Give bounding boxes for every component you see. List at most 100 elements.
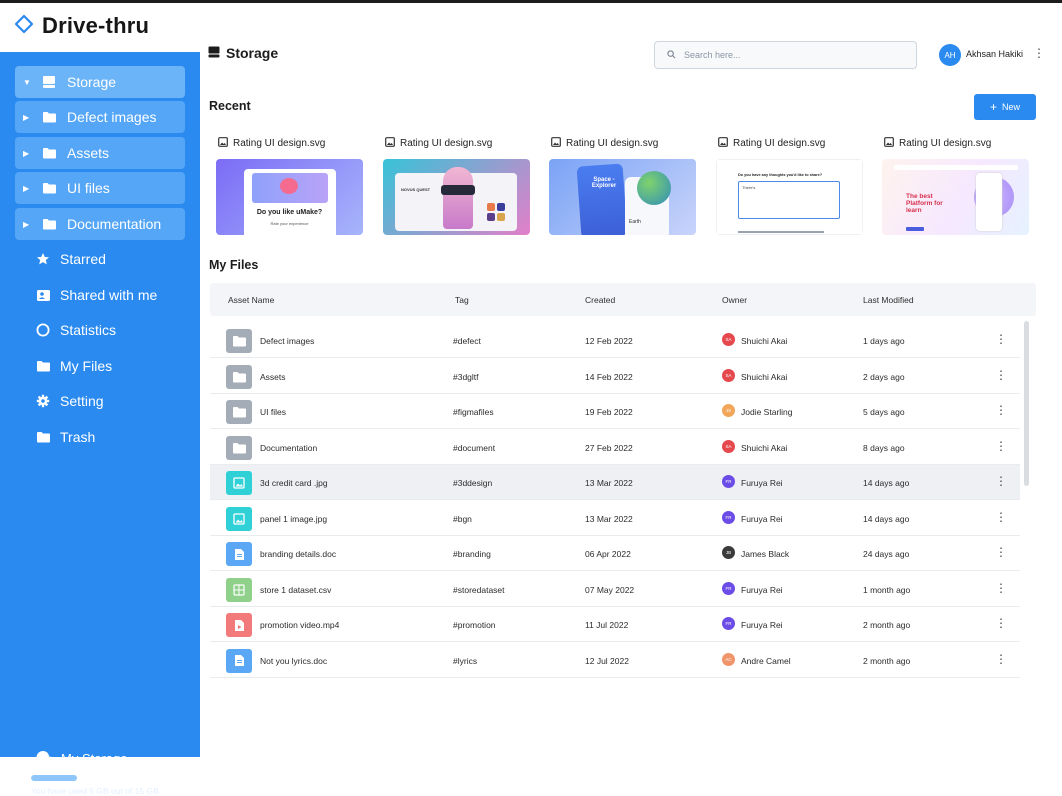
sidebar-item-trash[interactable]: Trash: [15, 421, 185, 453]
asset-last-modified: 2 days ago: [863, 371, 905, 382]
row-menu-kebab-icon[interactable]: ⋮: [995, 474, 1007, 488]
asset-name[interactable]: Not you lyrics.doc: [260, 656, 327, 666]
asset-name[interactable]: promotion video.mp4: [260, 620, 339, 630]
page-title: Storage: [208, 45, 278, 61]
asset-tag: #bgn: [453, 513, 472, 524]
row-menu-kebab-icon[interactable]: ⋮: [995, 403, 1007, 417]
asset-tag: #storedataset: [453, 584, 505, 595]
sidebar-item-storage[interactable]: ▼ Storage: [15, 66, 185, 98]
sidebar-item-statistics[interactable]: Statistics: [15, 314, 185, 346]
thumb-text: Space - Explorer: [591, 177, 617, 189]
sidebar-item-my-files[interactable]: My Files: [15, 350, 185, 382]
sidebar-item-documentation[interactable]: ▶ Documentation: [15, 208, 185, 240]
asset-created: 27 Feb 2022: [585, 442, 633, 453]
user-menu-kebab-icon[interactable]: ⋮: [1033, 46, 1045, 60]
asset-last-modified: 14 days ago: [863, 478, 910, 488]
row-menu-kebab-icon[interactable]: ⋮: [995, 368, 1007, 382]
row-menu-kebab-icon[interactable]: ⋮: [995, 581, 1007, 595]
table-header: Asset Name Tag Created Owner Last Modifi…: [210, 283, 1036, 316]
star-icon: [35, 251, 51, 267]
table-row[interactable]: panel 1 image.jpg #bgn 13 Mar 2022 FR Fu…: [210, 501, 1020, 536]
brand[interactable]: Drive-thru: [14, 12, 149, 40]
folder-icon: [41, 109, 57, 125]
table-scrollbar[interactable]: [1024, 321, 1029, 486]
column-header-created[interactable]: Created: [585, 295, 615, 305]
asset-tag: #figmafiles: [453, 407, 494, 417]
owner-avatar: SA: [722, 333, 735, 346]
table-row[interactable]: Defect images #defect 12 Feb 2022 SA Shu…: [210, 323, 1020, 358]
recent-card[interactable]: Rating UI design.svg NOVUS QUEST: [383, 136, 531, 235]
table-row[interactable]: Not you lyrics.doc #lyrics 12 Jul 2022 A…: [210, 643, 1020, 678]
row-menu-kebab-icon[interactable]: ⋮: [995, 439, 1007, 453]
sidebar-item-ui-files[interactable]: ▶ UI files: [15, 172, 185, 204]
caret-right-icon[interactable]: ▶: [23, 184, 37, 193]
asset-last-modified: 1 month ago: [863, 584, 911, 595]
asset-last-modified: 2 month ago: [863, 655, 911, 666]
asset-created: 12 Feb 2022: [585, 336, 633, 346]
recent-card[interactable]: Rating UI design.svg Do you like uMake? …: [216, 136, 364, 235]
asset-owner: Furuya Rei: [741, 513, 783, 524]
asset-name[interactable]: panel 1 image.jpg: [260, 514, 327, 524]
new-button[interactable]: + New: [974, 94, 1036, 120]
caret-right-icon[interactable]: ▶: [23, 113, 37, 122]
plus-icon: +: [989, 100, 997, 114]
user-avatar[interactable]: AH: [939, 44, 961, 66]
search-box[interactable]: [654, 41, 917, 69]
caret-right-icon[interactable]: ▶: [23, 220, 37, 229]
recent-thumbnail[interactable]: NOVUS QUEST: [383, 159, 530, 235]
asset-name[interactable]: Documentation: [260, 443, 317, 453]
asset-created: 13 Mar 2022: [585, 513, 633, 524]
asset-name[interactable]: branding details.doc: [260, 549, 336, 559]
folder-icon: [226, 364, 252, 389]
user-name[interactable]: Akhsan Hakiki: [966, 49, 1023, 59]
folder-icon: [226, 435, 252, 460]
asset-name[interactable]: UI files: [260, 407, 286, 417]
asset-name[interactable]: 3d credit card .jpg: [260, 478, 328, 488]
table-row[interactable]: Documentation #document 27 Feb 2022 SA S…: [210, 430, 1020, 465]
asset-name[interactable]: Defect images: [260, 336, 314, 346]
table-row[interactable]: UI files #figmafiles 19 Feb 2022 JS Jodi…: [210, 394, 1020, 429]
table-row[interactable]: 3d credit card .jpg #3ddesign 13 Mar 202…: [210, 465, 1020, 500]
recent-card[interactable]: Rating UI design.svg The best Platform f…: [882, 136, 1030, 235]
recent-thumbnail[interactable]: Do you like uMake? Rate your experience: [216, 159, 363, 235]
column-header-owner[interactable]: Owner: [722, 295, 747, 305]
sidebar-item-setting[interactable]: Setting: [15, 385, 185, 417]
recent-thumbnail[interactable]: The best Platform for learn: [882, 159, 1029, 235]
thumb-text: Do you like uMake?: [256, 209, 323, 216]
image-file-icon: [226, 506, 252, 531]
table-row[interactable]: store 1 dataset.csv #storedataset 07 May…: [210, 572, 1020, 607]
row-menu-kebab-icon[interactable]: ⋮: [995, 332, 1007, 346]
folder-icon: [41, 216, 57, 232]
row-menu-kebab-icon[interactable]: ⋮: [995, 616, 1007, 630]
recent-card[interactable]: Rating UI design.svg Space - Explorer Ea…: [549, 136, 697, 235]
search-input[interactable]: [684, 50, 904, 60]
recent-card[interactable]: Rating UI design.svg Do you have any tho…: [716, 136, 864, 235]
row-menu-kebab-icon[interactable]: ⋮: [995, 510, 1007, 524]
asset-tag: #promotion: [453, 620, 496, 630]
owner-avatar: JS: [722, 404, 735, 417]
sidebar-item-assets[interactable]: ▶ Assets: [15, 137, 185, 169]
recent-thumbnail[interactable]: Space - Explorer Earth: [549, 159, 696, 235]
caret-down-icon[interactable]: ▼: [23, 78, 37, 87]
column-header-tag[interactable]: Tag: [455, 295, 469, 305]
owner-avatar: FR: [722, 617, 735, 630]
asset-tag: #branding: [453, 549, 491, 559]
asset-owner: Shuichi Akai: [741, 442, 788, 453]
table-row[interactable]: branding details.doc #branding 06 Apr 20…: [210, 536, 1020, 571]
asset-name[interactable]: Assets: [260, 372, 286, 382]
sidebar-item-defect-images[interactable]: ▶ Defect images: [15, 101, 185, 133]
column-header-asset-name[interactable]: Asset Name: [228, 295, 274, 305]
asset-created: 11 Jul 2022: [585, 620, 629, 630]
asset-name[interactable]: store 1 dataset.csv: [260, 585, 331, 595]
table-row[interactable]: promotion video.mp4 #promotion 11 Jul 20…: [210, 607, 1020, 642]
recent-thumbnail[interactable]: Do you have any thoughts you'd like to s…: [716, 159, 863, 235]
column-header-last-modified[interactable]: Last Modified: [863, 295, 914, 305]
row-menu-kebab-icon[interactable]: ⋮: [995, 545, 1007, 559]
sidebar-item-label: Storage: [67, 74, 117, 90]
table-row[interactable]: Assets #3dgltf 14 Feb 2022 SA Shuichi Ak…: [210, 359, 1020, 394]
sidebar-item-shared-with-me[interactable]: Shared with me: [15, 279, 185, 311]
sidebar-item-starred[interactable]: Starred: [15, 243, 185, 275]
caret-right-icon[interactable]: ▶: [23, 149, 37, 158]
row-menu-kebab-icon[interactable]: ⋮: [995, 652, 1007, 666]
asset-owner: Furuya Rei: [741, 478, 783, 488]
